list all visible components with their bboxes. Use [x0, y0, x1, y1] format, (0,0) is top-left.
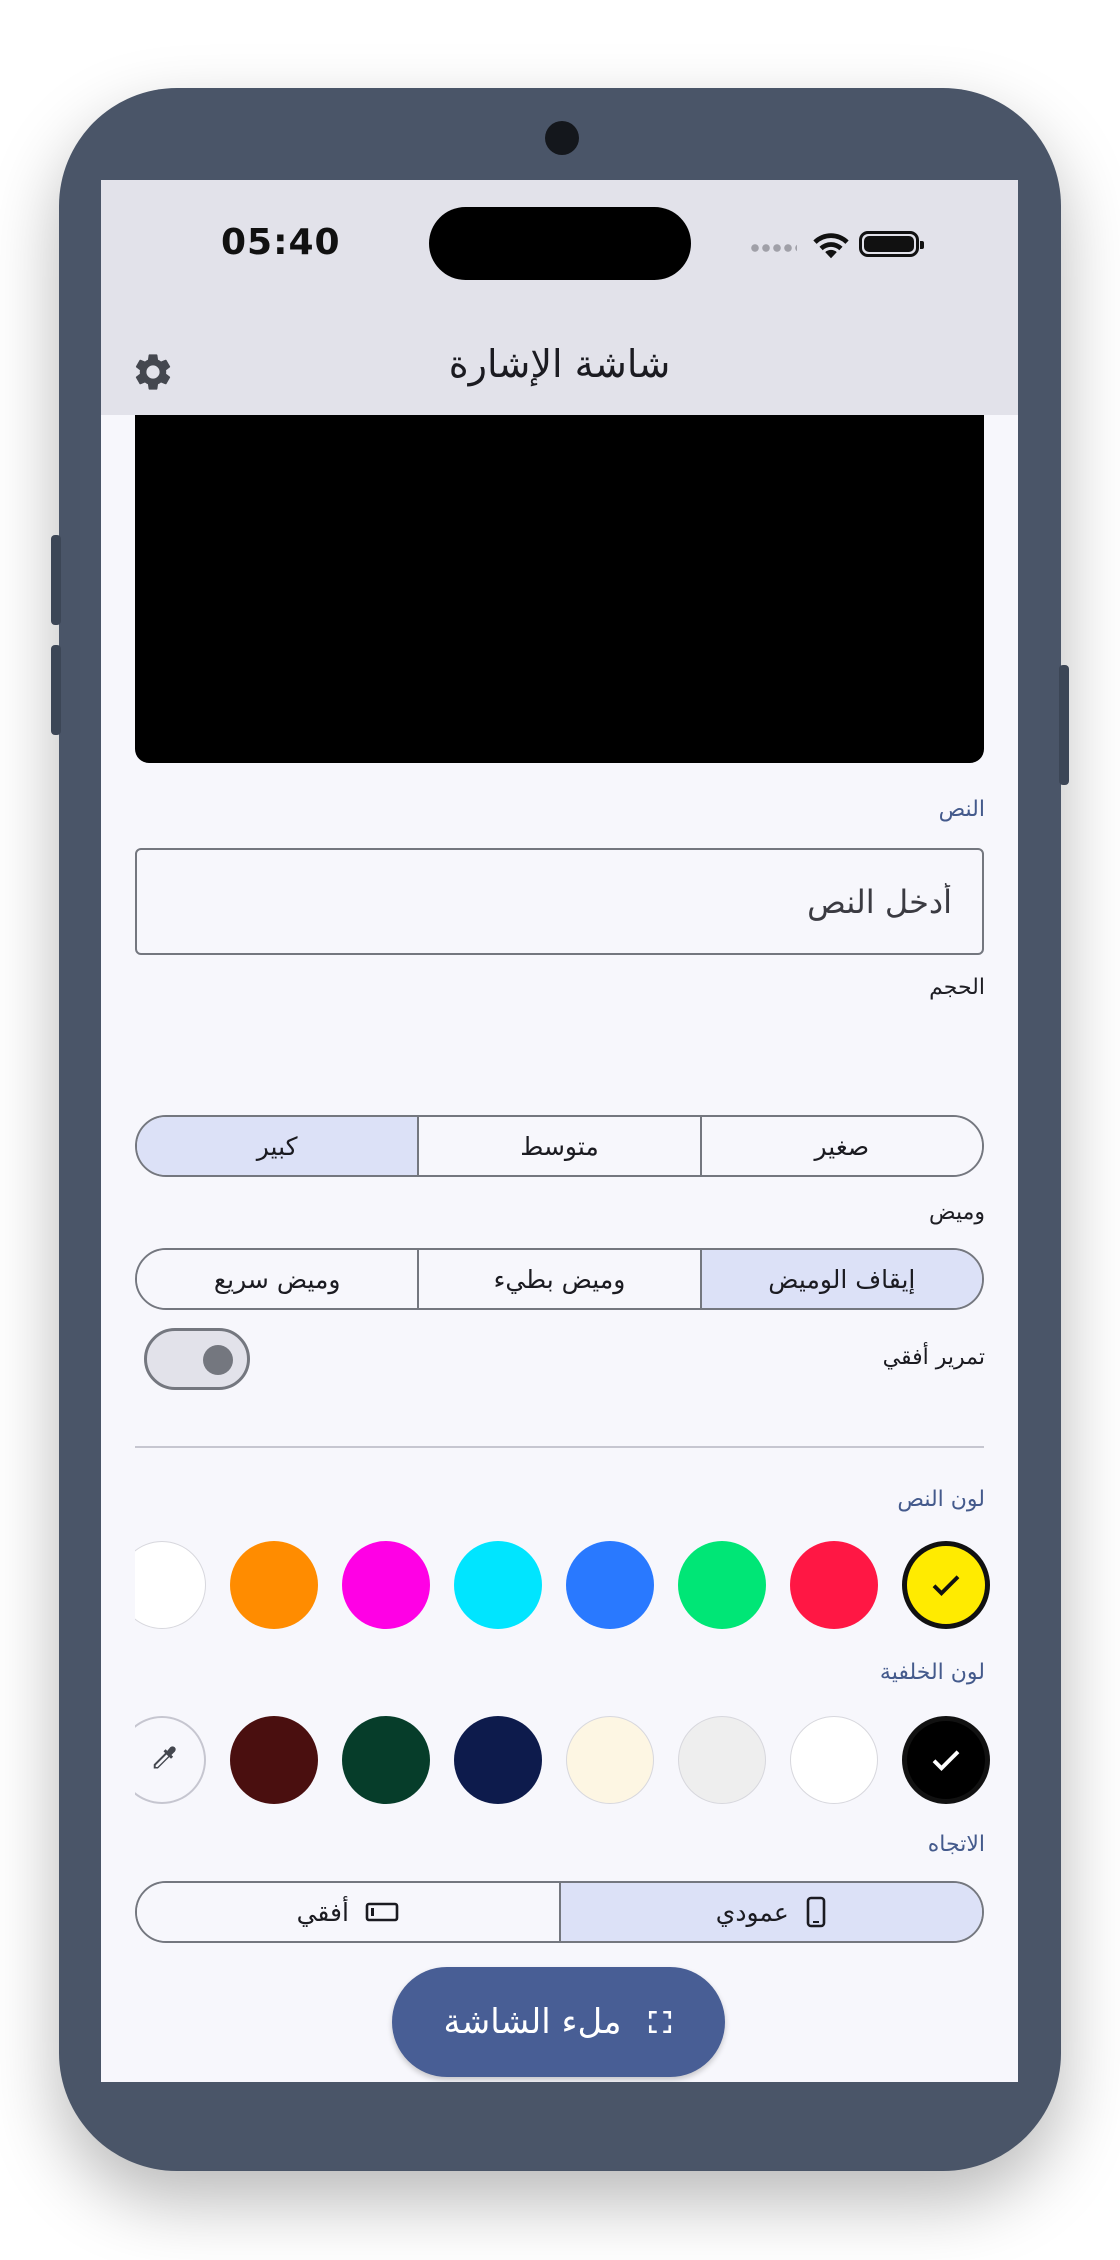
size-option-1[interactable]: متوسط [417, 1117, 700, 1175]
check-icon [932, 1750, 960, 1772]
fullscreen-button-label: ملء الشاشة [443, 2002, 622, 2042]
color-swatch[interactable] [566, 1716, 654, 1804]
segment-label: وميض سريع [213, 1264, 341, 1294]
color-swatch[interactable] [566, 1541, 654, 1629]
segment-label: متوسط [520, 1131, 599, 1161]
color-swatch[interactable] [454, 1716, 542, 1804]
color-swatch[interactable] [790, 1716, 878, 1804]
text-color-label: لون النص [897, 1487, 985, 1512]
orientation-segmented-control: أفقي عمودي [135, 1881, 984, 1943]
color-swatch[interactable] [902, 1716, 990, 1804]
segment-label: إيقاف الوميض [768, 1264, 916, 1294]
size-option-2[interactable]: كبير [137, 1117, 418, 1175]
background-color-swatches [135, 1715, 1018, 1805]
horizontal-scroll-label: تمرير أفقي [882, 1345, 985, 1370]
blink-option-2[interactable]: وميض سريع [137, 1250, 418, 1308]
check-icon [932, 1575, 960, 1597]
orientation-option-1[interactable]: أفقي [137, 1883, 559, 1941]
background-color-label: لون الخلفية [879, 1660, 985, 1685]
phone-portrait-icon [805, 1896, 827, 1928]
app-title: شاشة الإشارة [448, 342, 671, 386]
gear-icon[interactable] [131, 350, 175, 394]
color-swatch[interactable] [230, 1716, 318, 1804]
size-option-0[interactable]: صغير [699, 1117, 982, 1175]
color-swatch[interactable] [678, 1716, 766, 1804]
battery-icon [859, 231, 924, 257]
wifi-icon [813, 233, 849, 259]
phone-landscape-icon [365, 1901, 399, 1923]
blink-segmented-control: وميض سريع وميض بطيء إيقاف الوميض [135, 1248, 984, 1310]
horizontal-scroll-switch[interactable] [144, 1328, 250, 1390]
sign-preview [135, 415, 984, 763]
eyedropper-icon [153, 1746, 176, 1769]
power-button [1059, 665, 1069, 785]
app-screen: 05:40 شاشة الإشارة النص الحجم كبيرمتوسطص [101, 180, 1018, 2082]
size-segmented-control: كبير متوسط صغير [135, 1115, 984, 1177]
orientation-label: الاتجاه [927, 1832, 985, 1857]
mute-switch [51, 535, 61, 625]
color-swatch[interactable] [342, 1716, 430, 1804]
blink-option-1[interactable]: وميض بطيء [417, 1250, 700, 1308]
segment-label: وميض بطيء [493, 1264, 626, 1294]
custom-color-picker-button[interactable] [135, 1716, 206, 1804]
text-color-swatches [135, 1540, 1018, 1630]
color-swatch[interactable] [454, 1541, 542, 1629]
text-label: النص [938, 797, 985, 822]
sign-text-input[interactable] [135, 848, 984, 955]
signal-dots-icon [751, 244, 797, 252]
size-label: الحجم [929, 975, 985, 1000]
segment-label: عمودي [715, 1897, 789, 1927]
color-swatch[interactable] [790, 1541, 878, 1629]
status-bar: 05:40 [101, 180, 1018, 330]
color-swatch[interactable] [678, 1541, 766, 1629]
segment-label: أفقي [296, 1897, 349, 1927]
segment-label: صغير [814, 1131, 870, 1161]
color-swatch[interactable] [135, 1541, 206, 1629]
blink-label: وميض [929, 1200, 985, 1225]
volume-up-button [51, 645, 61, 735]
dynamic-island [429, 207, 691, 280]
color-swatch[interactable] [342, 1541, 430, 1629]
segment-label: كبير [256, 1131, 298, 1161]
color-swatch[interactable] [902, 1541, 990, 1629]
color-swatch[interactable] [230, 1541, 318, 1629]
app-bar: شاشة الإشارة [101, 330, 1018, 415]
switch-thumb [203, 1345, 233, 1375]
phone-frame: 05:40 شاشة الإشارة النص الحجم كبيرمتوسطص [51, 88, 1069, 2171]
orientation-option-0[interactable]: عمودي [558, 1883, 982, 1941]
divider [135, 1446, 984, 1448]
status-time: 05:40 [221, 222, 341, 263]
fullscreen-icon [649, 2010, 672, 2034]
fullscreen-button[interactable]: ملء الشاشة [392, 1967, 725, 2077]
front-camera [545, 121, 579, 155]
blink-option-0[interactable]: إيقاف الوميض [699, 1250, 982, 1308]
